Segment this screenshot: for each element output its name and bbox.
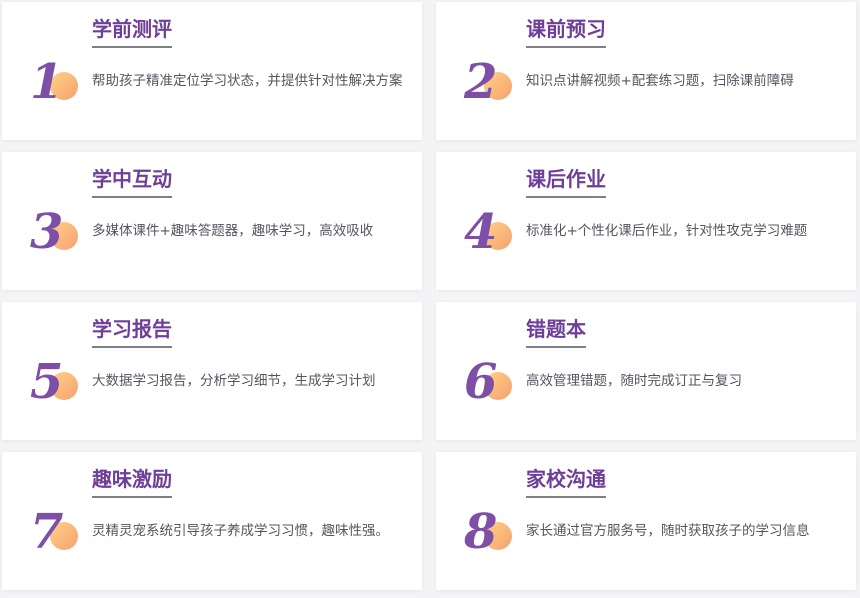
feature-title: 学习报告 xyxy=(92,316,172,348)
feature-title: 学中互动 xyxy=(92,166,172,198)
feature-title: 家校沟通 xyxy=(526,466,606,498)
feature-title: 错题本 xyxy=(526,316,586,348)
feature-card-7: 7 趣味激励 灵精灵宠系统引导孩子养成学习习惯，趣味性强。 xyxy=(2,452,422,590)
feature-number: 1 xyxy=(30,54,64,110)
feature-grid: 1 学前测评 帮助孩子精准定位学习状态，并提供针对性解决方案 2 课前预习 知识… xyxy=(0,0,860,598)
feature-description: 家长通过官方服务号，随时获取孩子的学习信息 xyxy=(526,523,810,539)
feature-description: 大数据学习报告，分析学习细节，生成学习计划 xyxy=(92,373,376,389)
feature-description: 灵精灵宠系统引导孩子养成学习习惯，趣味性强。 xyxy=(92,523,389,539)
feature-title: 课后作业 xyxy=(526,166,606,198)
number-badge: 6 xyxy=(464,354,512,412)
feature-number: 2 xyxy=(464,54,498,110)
feature-card-3: 3 学中互动 多媒体课件+趣味答题器，趣味学习，高效吸收 xyxy=(2,152,422,290)
feature-number: 7 xyxy=(30,504,64,560)
number-badge: 1 xyxy=(30,54,78,112)
feature-description: 多媒体课件+趣味答题器，趣味学习，高效吸收 xyxy=(92,223,374,239)
feature-description: 标准化+个性化课后作业，针对性攻克学习难题 xyxy=(526,223,808,239)
number-badge: 7 xyxy=(30,504,78,562)
feature-card-8: 8 家校沟通 家长通过官方服务号，随时获取孩子的学习信息 xyxy=(436,452,856,590)
feature-card-6: 6 错题本 高效管理错题，随时完成订正与复习 xyxy=(436,302,856,440)
feature-card-5: 5 学习报告 大数据学习报告，分析学习细节，生成学习计划 xyxy=(2,302,422,440)
feature-title: 课前预习 xyxy=(526,16,606,48)
number-badge: 8 xyxy=(464,504,512,562)
feature-number: 5 xyxy=(30,354,64,410)
feature-title: 学前测评 xyxy=(92,16,172,48)
feature-description: 知识点讲解视频+配套练习题，扫除课前障碍 xyxy=(526,73,794,89)
feature-title: 趣味激励 xyxy=(92,466,172,498)
feature-number: 3 xyxy=(30,204,64,260)
feature-number: 6 xyxy=(464,354,498,410)
feature-card-1: 1 学前测评 帮助孩子精准定位学习状态，并提供针对性解决方案 xyxy=(2,2,422,140)
number-badge: 4 xyxy=(464,204,512,262)
number-badge: 5 xyxy=(30,354,78,412)
feature-number: 4 xyxy=(464,204,498,260)
number-badge: 2 xyxy=(464,54,512,112)
feature-card-4: 4 课后作业 标准化+个性化课后作业，针对性攻克学习难题 xyxy=(436,152,856,290)
feature-description: 高效管理错题，随时完成订正与复习 xyxy=(526,373,742,389)
feature-description: 帮助孩子精准定位学习状态，并提供针对性解决方案 xyxy=(92,73,403,89)
feature-card-2: 2 课前预习 知识点讲解视频+配套练习题，扫除课前障碍 xyxy=(436,2,856,140)
number-badge: 3 xyxy=(30,204,78,262)
feature-number: 8 xyxy=(464,504,498,560)
